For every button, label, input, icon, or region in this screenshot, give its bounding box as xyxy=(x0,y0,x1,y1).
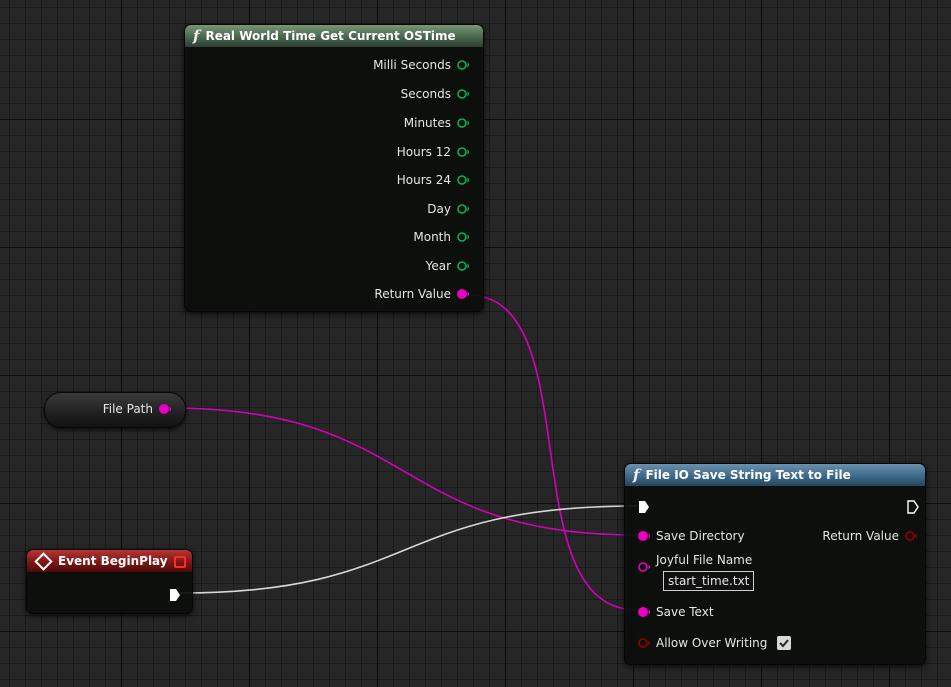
input-allow-over-writing[interactable]: Allow Over Writing xyxy=(638,636,792,650)
input-save-directory[interactable]: Save Directory xyxy=(638,529,745,543)
pin-label: Hours 24 xyxy=(396,173,451,187)
input-save-text[interactable]: Save Text xyxy=(638,605,714,619)
diamond-icon xyxy=(34,551,53,571)
bool-pin-icon[interactable] xyxy=(638,638,650,648)
string-pin-icon[interactable] xyxy=(457,289,469,299)
file-path-variable-node[interactable]: File Path xyxy=(44,392,186,428)
output-hours-24[interactable]: Hours 24 xyxy=(397,173,469,187)
struct-pin-icon[interactable] xyxy=(457,118,469,128)
save-string-text-to-file-node[interactable]: f File IO Save String Text to File Save … xyxy=(624,463,926,665)
allow-over-writing-checkbox[interactable] xyxy=(777,636,792,650)
struct-pin-icon[interactable] xyxy=(457,60,469,70)
output-minutes[interactable]: Minutes xyxy=(404,116,469,130)
bool-pin-icon[interactable] xyxy=(905,531,917,541)
node-title: File IO Save String Text to File xyxy=(645,468,851,482)
exec-pin-icon xyxy=(907,500,919,514)
string-pin-icon[interactable] xyxy=(638,531,650,541)
output-milli-seconds[interactable]: Milli Seconds xyxy=(373,58,469,72)
pin-label: Seconds xyxy=(400,87,451,101)
string-pin-icon[interactable] xyxy=(638,607,650,617)
red-square-icon[interactable] xyxy=(174,556,186,568)
variable-label: File Path xyxy=(102,402,153,416)
output-seconds[interactable]: Seconds xyxy=(401,87,469,101)
exec-output-pin[interactable] xyxy=(169,587,181,606)
file-name-input[interactable]: start_time.txt xyxy=(663,571,755,591)
pin-label: Month xyxy=(413,230,451,244)
node-header[interactable]: f File IO Save String Text to File xyxy=(625,464,925,486)
node-header[interactable]: f Real World Time Get Current OSTime xyxy=(185,25,483,47)
output-file-path[interactable]: File Path xyxy=(103,402,171,416)
wire-begin-play-exec[interactable] xyxy=(179,505,638,594)
exec-input-pin[interactable] xyxy=(638,499,650,518)
pin-label: Return Value xyxy=(822,529,899,543)
output-return-value[interactable]: Return Value xyxy=(822,529,917,543)
checkmark-icon xyxy=(779,639,790,648)
get-current-ostime-node[interactable]: f Real World Time Get Current OSTime Mil… xyxy=(184,24,484,312)
function-icon: f xyxy=(633,466,640,484)
node-title: Real World Time Get Current OSTime xyxy=(205,29,456,43)
struct-pin-icon[interactable] xyxy=(457,147,469,157)
pin-label: Joyful File Name xyxy=(656,553,753,567)
wire-file-path-to-save-directory[interactable] xyxy=(168,407,638,536)
string-pin-icon[interactable] xyxy=(159,404,171,414)
output-return-value[interactable]: Return Value xyxy=(374,287,469,301)
struct-pin-icon[interactable] xyxy=(457,89,469,99)
function-icon: f xyxy=(193,27,200,45)
pin-label: Hours 12 xyxy=(396,145,451,159)
struct-pin-icon[interactable] xyxy=(457,204,469,214)
struct-pin-icon[interactable] xyxy=(457,261,469,271)
string-pin-icon[interactable] xyxy=(638,562,650,572)
pin-label: Minutes xyxy=(403,116,451,130)
pin-label: Return Value xyxy=(374,287,451,301)
output-day[interactable]: Day xyxy=(427,202,469,216)
node-title: Event BeginPlay xyxy=(58,554,168,568)
output-month[interactable]: Month xyxy=(413,230,469,244)
struct-pin-icon[interactable] xyxy=(457,175,469,185)
output-hours-12[interactable]: Hours 12 xyxy=(397,145,469,159)
pin-label: Allow Over Writing xyxy=(656,636,768,650)
exec-pin-icon xyxy=(170,589,180,601)
wire-return-value-to-save-text[interactable] xyxy=(467,294,638,611)
pin-label: Save Directory xyxy=(656,529,745,543)
node-header[interactable]: Event BeginPlay xyxy=(27,550,192,572)
event-beginplay-node[interactable]: Event BeginPlay xyxy=(26,549,193,614)
pin-label: Milli Seconds xyxy=(373,58,451,72)
pin-label: Year xyxy=(425,259,451,273)
output-year[interactable]: Year xyxy=(426,259,469,273)
pin-label: Day xyxy=(427,202,451,216)
pin-label: Save Text xyxy=(656,605,714,619)
struct-pin-icon[interactable] xyxy=(457,232,469,242)
exec-output-pin[interactable] xyxy=(907,499,919,518)
exec-pin-icon xyxy=(639,501,649,513)
